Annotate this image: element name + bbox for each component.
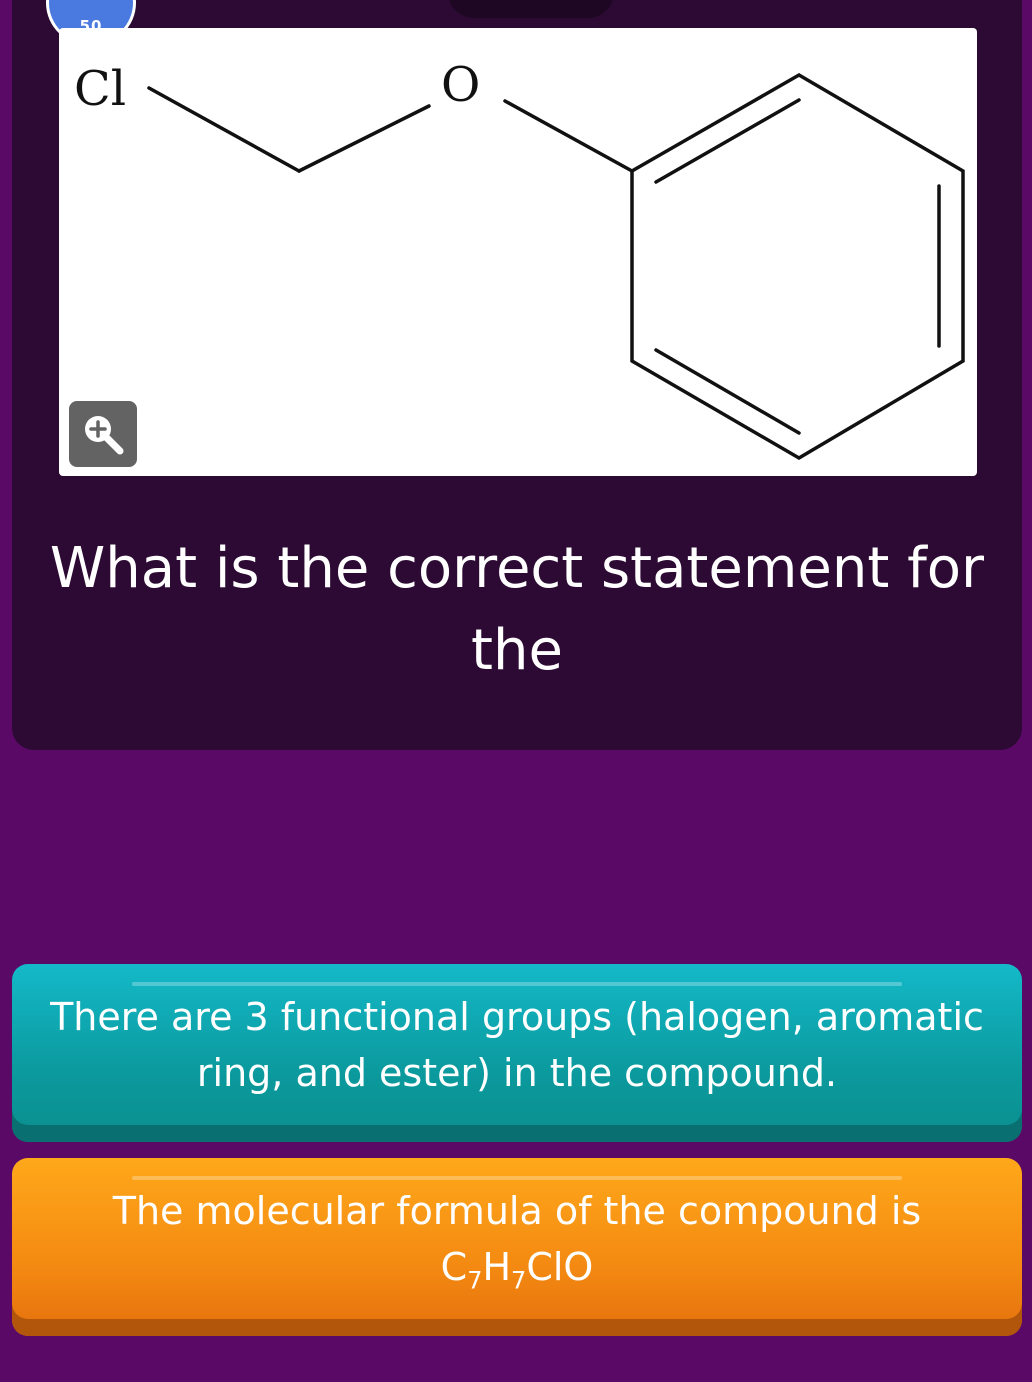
- molecular-formula: C7H7ClO: [440, 1245, 594, 1295]
- top-tab: [448, 0, 614, 18]
- answer-option-2-text: The molecular formula of the compound is: [112, 1189, 922, 1233]
- zoom-in-icon: [85, 416, 124, 455]
- bond-lines: [147, 72, 965, 461]
- question-text: What is the correct statement for the: [49, 536, 985, 683]
- answer-option-2[interactable]: The molecular formula of the compound is…: [12, 1158, 1022, 1336]
- question-image: Cl O: [59, 28, 977, 476]
- answer-option-1[interactable]: There are 3 functional groups (halogen, …: [12, 964, 1022, 1142]
- atom-label-oxygen: O: [441, 57, 480, 113]
- answer-option-1-text: There are 3 functional groups (halogen, …: [50, 995, 984, 1095]
- zoom-in-button[interactable]: [69, 401, 137, 467]
- molecule-structure: Cl O: [74, 57, 965, 461]
- atom-label-chlorine: Cl: [74, 61, 126, 117]
